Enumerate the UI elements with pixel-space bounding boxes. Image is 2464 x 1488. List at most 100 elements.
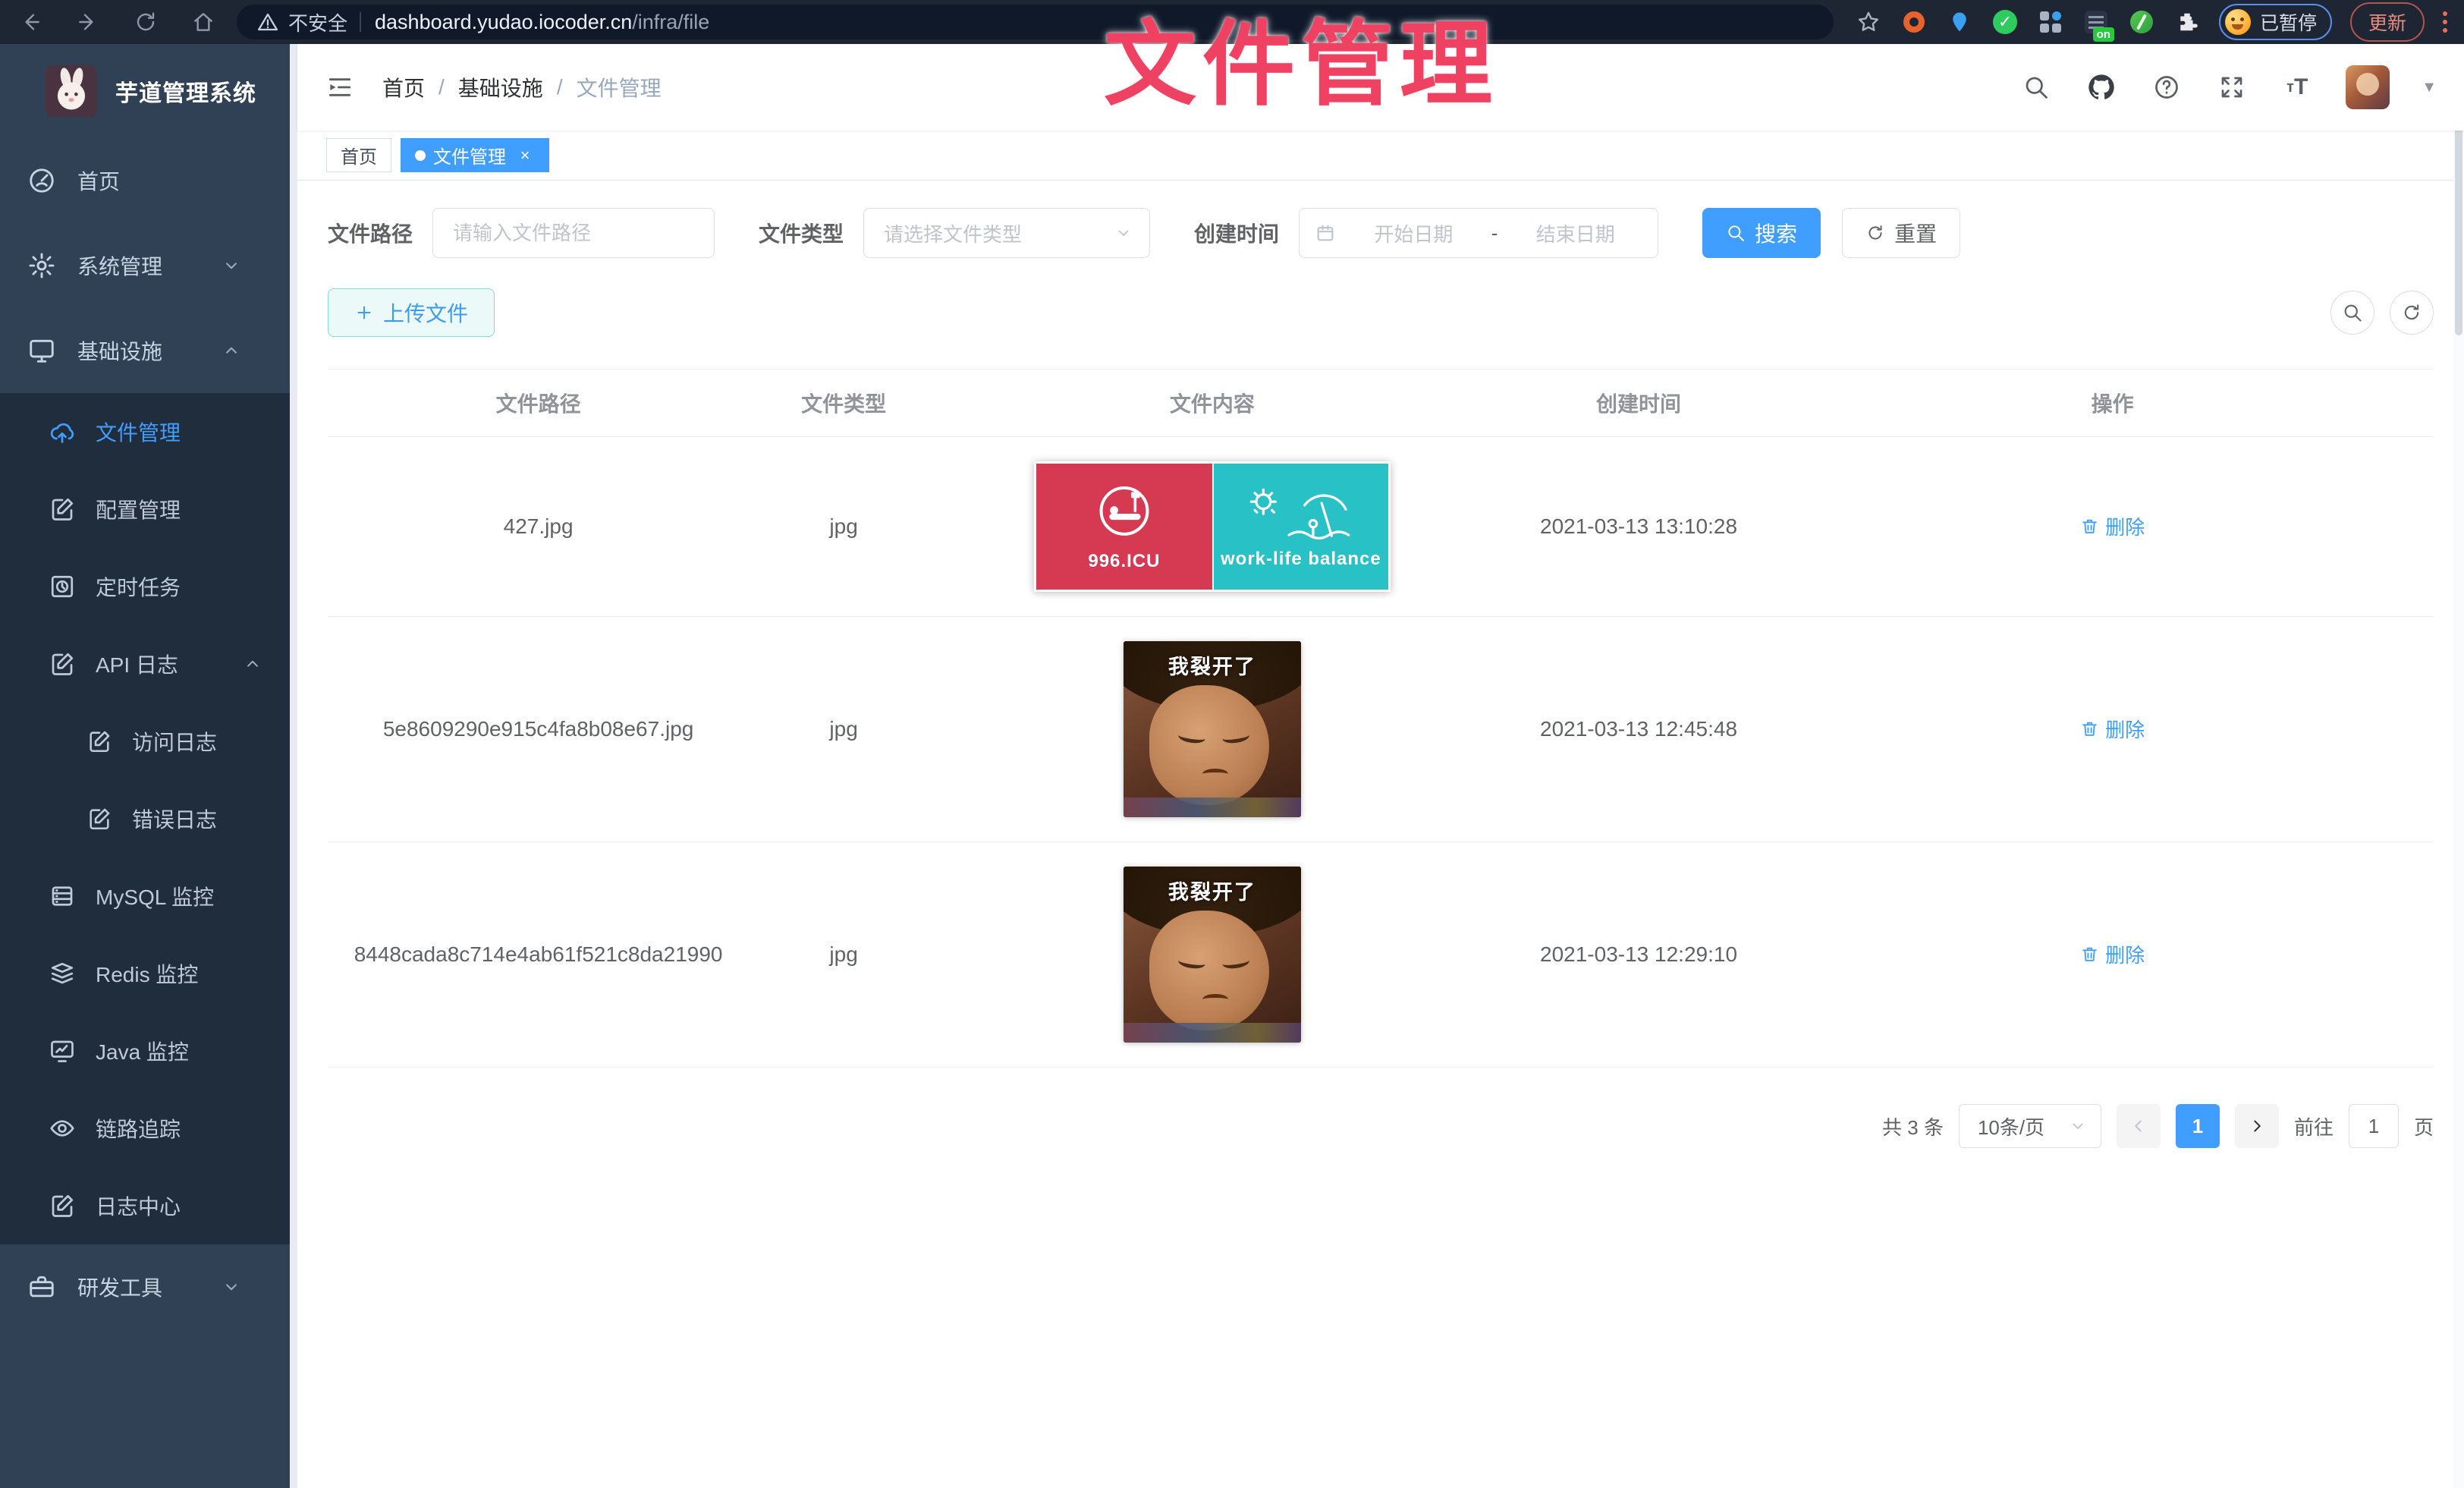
github-icon[interactable] [2085, 71, 2118, 104]
sidebar-item-mysql-monitor[interactable]: MySQL 监控 [0, 857, 290, 935]
address-bar[interactable]: 不安全 dashboard.yudao.iocoder.cn /infra/fi… [237, 5, 1834, 39]
sidebar-item-home[interactable]: 首页 [0, 138, 290, 223]
cell-file-content: 996.ICU work-life balance [938, 437, 1486, 617]
extension-grid-icon[interactable] [2037, 8, 2064, 36]
toggle-search-button[interactable] [2330, 291, 2374, 335]
sidebar-item-label: Redis 监控 [96, 958, 198, 989]
jump-page-input[interactable] [2349, 1104, 2399, 1148]
breadcrumb-infra[interactable]: 基础设施 [458, 72, 543, 102]
cell-create-time: 2021-03-13 12:29:10 [1486, 842, 1792, 1068]
sidebar-item-config-management[interactable]: 配置管理 [0, 470, 290, 548]
extension-check-icon[interactable]: ✓ [1991, 8, 2019, 36]
range-separator: - [1491, 222, 1498, 245]
user-avatar[interactable] [2346, 65, 2390, 109]
profile-paused-pill[interactable]: 已暂停 [2219, 4, 2332, 40]
delete-button[interactable]: 删除 [2080, 940, 2145, 968]
cell-file-content: 我裂开了 [938, 842, 1486, 1068]
header-search-icon[interactable] [2019, 71, 2053, 104]
browser-menu-icon[interactable] [2443, 11, 2447, 33]
not-secure-label: 不安全 [288, 8, 347, 36]
col-file-content: 文件内容 [938, 370, 1486, 437]
breadcrumb-home[interactable]: 首页 [382, 72, 425, 102]
cell-file-path: 5e8609290e915c4fa8b08e67.jpg [328, 617, 749, 842]
sidebar-item-error-log[interactable]: 错误日志 [0, 780, 290, 857]
prev-page-button[interactable] [2117, 1104, 2161, 1148]
sidebar-item-system[interactable]: 系统管理 [0, 223, 290, 308]
browser-back-button[interactable] [17, 8, 44, 36]
tag-home[interactable]: 首页 [326, 138, 391, 172]
database-icon [49, 882, 76, 910]
pagination: 共 3 条 10条/页 1 前往 页 [328, 1104, 2434, 1148]
delete-label: 删除 [2105, 940, 2145, 968]
file-path-input[interactable] [432, 208, 715, 258]
sidebar-item-scheduled-jobs[interactable]: 定时任务 [0, 548, 290, 625]
table-tools [2330, 291, 2434, 335]
reset-button[interactable]: 重置 [1842, 208, 1960, 258]
upload-file-button[interactable]: 上传文件 [328, 288, 495, 337]
extension-orange-icon[interactable] [1900, 8, 1928, 36]
avatar-caret-icon[interactable]: ▼ [2422, 79, 2437, 96]
extension-pin-icon[interactable] [1946, 8, 1973, 36]
file-type-placeholder: 请选择文件类型 [884, 219, 1022, 247]
sidebar-item-dev-tools[interactable]: 研发工具 [0, 1244, 290, 1329]
url-host: dashboard.yudao.iocoder.cn [375, 11, 632, 34]
page-scrollbar[interactable] [2453, 44, 2464, 1488]
browser-forward-button[interactable] [74, 8, 102, 36]
sidebar-item-log-center[interactable]: 日志中心 [0, 1167, 290, 1244]
stack-icon [49, 960, 76, 987]
tag-close-icon[interactable]: × [515, 146, 535, 165]
start-date-placeholder: 开始日期 [1347, 219, 1481, 247]
delete-button[interactable]: 删除 [2080, 715, 2145, 743]
breadcrumb-current: 文件管理 [577, 72, 662, 102]
extensions-puzzle-icon[interactable] [2173, 8, 2201, 36]
sidebar-item-file-management[interactable]: 文件管理 [0, 393, 290, 470]
extension-switch-icon[interactable]: on [2082, 8, 2110, 36]
browser-home-button[interactable] [190, 8, 217, 36]
cell-file-type: jpg [749, 617, 938, 842]
sidebar-item-api-log[interactable]: API 日志 [0, 625, 290, 703]
sidebar-item-label: 配置管理 [96, 494, 181, 524]
app-title: 芋道管理系统 [115, 74, 256, 108]
file-preview-baby-meme: 我裂开了 [1124, 641, 1301, 817]
tag-file-management[interactable]: 文件管理 × [401, 138, 549, 172]
delete-label: 删除 [2105, 512, 2145, 540]
help-icon[interactable] [2150, 71, 2183, 104]
file-type-label: 文件类型 [759, 218, 844, 248]
log-edit-icon [86, 728, 112, 754]
search-button[interactable]: 搜索 [1702, 208, 1821, 258]
sidebar-item-access-log[interactable]: 访问日志 [0, 703, 290, 780]
bookmark-star-icon[interactable] [1855, 8, 1882, 36]
file-page: 文件路径 文件类型 请选择文件类型 创建时间 开始日期 - [297, 181, 2464, 1488]
browser-update-button[interactable]: 更新 [2350, 2, 2425, 42]
sidebar-collapse-icon[interactable] [325, 72, 355, 102]
col-file-path: 文件路径 [328, 370, 749, 437]
sidebar-logo: 芋道管理系统 [0, 44, 290, 138]
date-range-picker[interactable]: 开始日期 - 结束日期 [1299, 208, 1658, 258]
fullscreen-icon[interactable] [2215, 71, 2249, 104]
file-path-label: 文件路径 [328, 218, 413, 248]
beach-icon [1234, 483, 1369, 546]
toolbar-row: 上传文件 [328, 288, 2434, 337]
file-type-select[interactable]: 请选择文件类型 [863, 208, 1150, 258]
delete-button[interactable]: 删除 [2080, 512, 2145, 540]
sidebar-item-label: 系统管理 [77, 250, 162, 281]
sidebar-item-infra[interactable]: 基础设施 [0, 308, 290, 393]
extension-leaf-icon[interactable] [2128, 8, 2155, 36]
font-size-icon[interactable]: тT [2280, 71, 2314, 104]
tag-active-dot [415, 150, 426, 161]
sidebar-item-redis-monitor[interactable]: Redis 监控 [0, 935, 290, 1012]
sidebar-item-java-monitor[interactable]: Java 监控 [0, 1012, 290, 1090]
current-page-button[interactable]: 1 [2176, 1104, 2220, 1148]
address-divider [360, 12, 361, 32]
next-page-button[interactable] [2235, 1104, 2279, 1148]
browser-reload-button[interactable] [132, 8, 159, 36]
sidebar-item-trace[interactable]: 链路追踪 [0, 1090, 290, 1167]
chevron-right-icon [2247, 1116, 2267, 1136]
page-size-select[interactable]: 10条/页 [1959, 1104, 2101, 1148]
profile-paused-label: 已暂停 [2260, 8, 2317, 36]
cell-actions: 删除 [1791, 617, 2434, 842]
refresh-table-button[interactable] [2390, 291, 2434, 335]
sidebar-submenu-infra: 文件管理 配置管理 定时任务 API 日志 访问日志 [0, 393, 290, 1244]
chevron-up-icon [222, 341, 241, 360]
search-button-label: 搜索 [1755, 218, 1797, 248]
